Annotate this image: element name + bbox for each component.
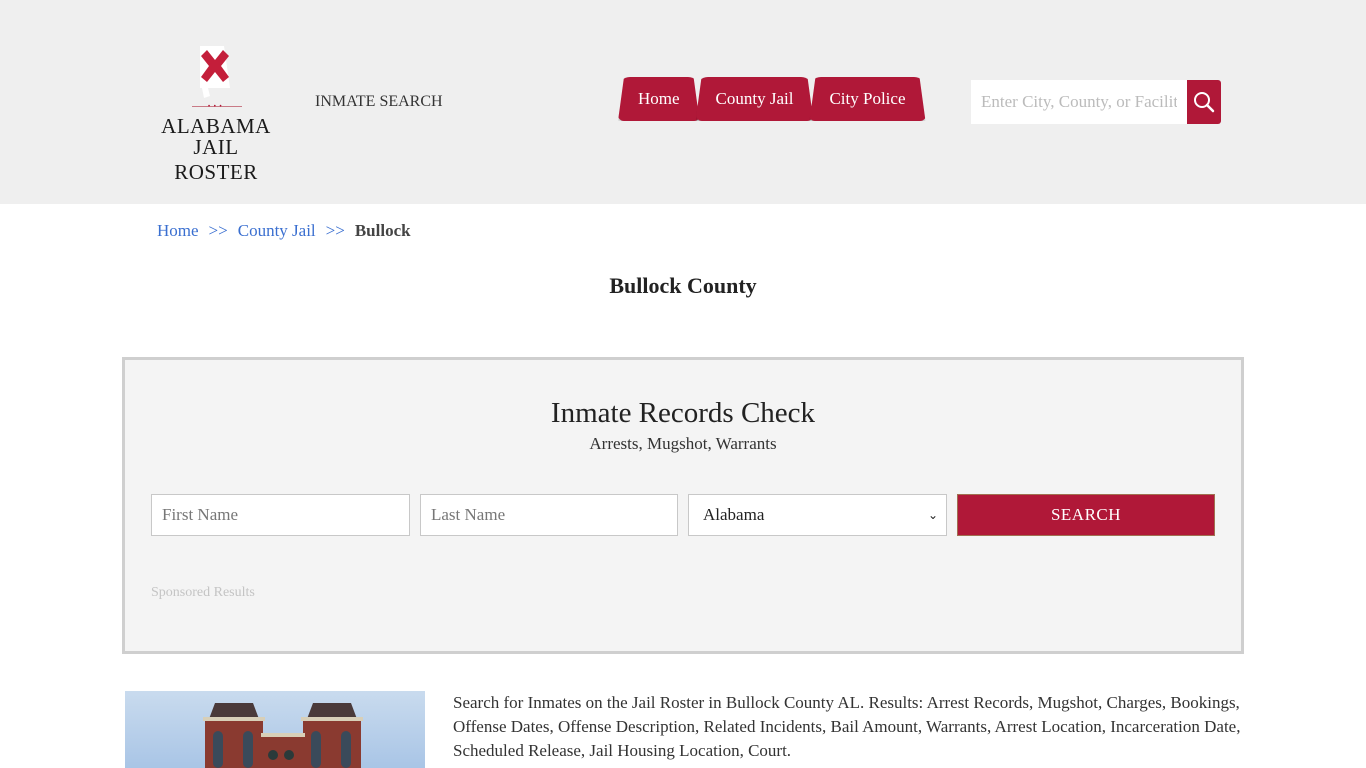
courthouse-illustration: [203, 703, 363, 768]
first-name-input[interactable]: [151, 494, 410, 536]
last-name-input[interactable]: [420, 494, 678, 536]
logo-dots: • • •: [208, 104, 223, 110]
nav-tab-city-police[interactable]: City Police: [809, 77, 925, 121]
site-search: [971, 80, 1221, 124]
site-logo[interactable]: • • • ALABAMA JAIL ROSTER: [150, 44, 285, 184]
site-search-input[interactable]: [971, 80, 1187, 124]
courthouse-photo: [125, 691, 425, 768]
alabama-map-icon: [200, 46, 230, 98]
logo-text-line2: JAIL ROSTER: [174, 135, 258, 184]
inmate-search-link[interactable]: INMATE SEARCH: [315, 93, 443, 111]
state-select[interactable]: Alabama ⌄: [688, 494, 947, 536]
inmate-records-check-panel: Inmate Records Check Arrests, Mugshot, W…: [122, 357, 1244, 654]
records-check-title: Inmate Records Check: [550, 397, 816, 429]
county-description: Search for Inmates on the Jail Roster in…: [453, 693, 1241, 760]
search-icon: [1194, 92, 1215, 113]
main-nav: Home County Jail City Police: [618, 77, 922, 121]
breadcrumb: Home >> County Jail >> Bullock: [157, 221, 411, 241]
breadcrumb-home[interactable]: Home: [157, 221, 199, 241]
site-header: • • • ALABAMA JAIL ROSTER INMATE SEARCH …: [0, 0, 1366, 204]
records-search-button[interactable]: SEARCH: [957, 494, 1215, 536]
chevron-down-icon: ⌄: [927, 508, 938, 522]
nav-tab-home[interactable]: Home: [618, 77, 700, 121]
records-check-subtitle: Arrests, Mugshot, Warrants: [589, 434, 777, 453]
breadcrumb-county-jail[interactable]: County Jail: [238, 221, 316, 241]
state-select-value: Alabama: [703, 505, 765, 524]
breadcrumb-separator: >>: [325, 221, 345, 240]
breadcrumb-current: Bullock: [354, 221, 411, 240]
breadcrumb-separator: >>: [208, 221, 228, 240]
site-search-button[interactable]: [1187, 80, 1221, 124]
sponsored-results-label: Sponsored Results: [151, 585, 255, 600]
nav-tab-county-jail[interactable]: County Jail: [696, 77, 814, 121]
page-title: Bullock County: [609, 273, 757, 298]
